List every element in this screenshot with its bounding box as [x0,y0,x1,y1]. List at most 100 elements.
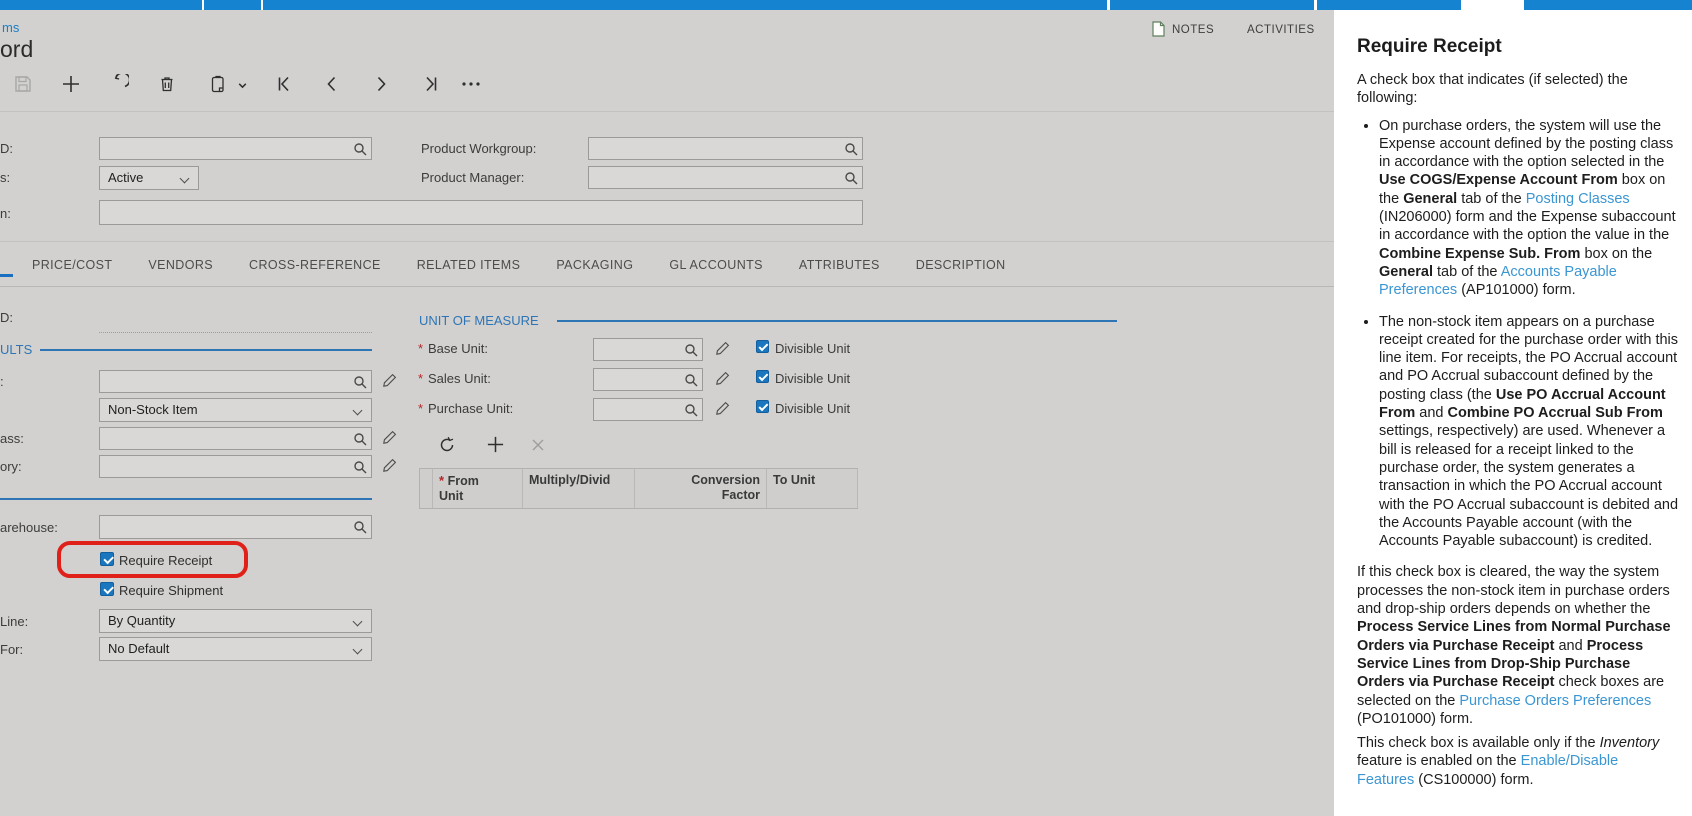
status-select[interactable]: Active [99,166,199,190]
row-selector-column [419,469,433,508]
search-icon[interactable] [844,171,858,185]
refresh-icon[interactable] [438,436,456,459]
field-label: n: [0,206,11,221]
tabstrip-bottom-divider [0,286,1334,287]
copy-paste-dropdown-icon[interactable] [237,80,248,91]
checkbox-label: Require Shipment [119,583,224,598]
product-workgroup-field[interactable] [588,137,863,160]
tabstrip-top-divider [0,241,1334,242]
edit-pencil-icon[interactable] [715,371,730,391]
tab-divider [1314,0,1317,10]
default-warehouse-field[interactable] [99,515,372,539]
product-manager-field[interactable] [588,166,863,189]
divisible-unit-checkbox[interactable] [756,340,769,353]
help-link[interactable]: Posting Classes [1526,191,1630,207]
search-icon[interactable] [353,375,367,389]
undo-icon[interactable] [109,74,129,94]
chevron-down-icon [352,644,363,655]
checkbox-label: Require Receipt [119,553,213,568]
uom-lookup-field[interactable] [593,338,703,361]
edit-pencil-icon[interactable] [382,373,397,393]
help-bullet: The non-stock item appears on a purchase… [1379,313,1679,551]
field-label: D: [0,141,13,156]
section-title: ULTS [0,342,33,357]
uom-field-label: Base Unit: [428,341,488,356]
complete-po-line-select[interactable]: By Quantity [99,609,372,633]
uom-field-label: Sales Unit: [428,371,491,386]
active-browser-tab[interactable] [1461,0,1524,10]
grid-column-header[interactable]: Conversion Factor [635,469,767,508]
help-link[interactable]: Purchase Orders Preferences [1459,693,1651,709]
search-icon[interactable] [684,343,698,357]
grid-column-header[interactable]: To Unit [767,469,858,508]
tab-divider [261,0,263,10]
help-paragraph: If this check box is cleared, the way th… [1357,564,1671,727]
search-icon[interactable] [844,142,858,156]
tab-related-items[interactable]: RELATED ITEMS [417,258,521,272]
summary-lookup-field[interactable] [99,137,372,160]
tax-category-lookup[interactable] [99,455,372,478]
tab-price-cost[interactable]: PRICE/COST [32,258,112,272]
search-icon[interactable] [684,373,698,387]
field-label: Product Workgroup: [421,141,537,156]
tab-gl-accounts[interactable]: GL ACCOUNTS [669,258,763,272]
last-record-icon[interactable] [421,74,441,94]
grid-column-header[interactable]: Multiply/Divid [523,469,635,508]
tab-cross-reference[interactable]: CROSS-REFERENCE [249,258,381,272]
divisible-unit-checkbox[interactable] [756,370,769,383]
uom-lookup-field[interactable] [593,368,703,391]
copy-paste-icon[interactable] [208,74,228,94]
tab-vendors[interactable]: VENDORS [148,258,213,272]
toolbar-divider [0,111,1334,112]
notes-button[interactable] [1152,21,1165,42]
edit-pencil-icon[interactable] [715,341,730,361]
tab-description[interactable]: DESCRIPTION [916,258,1006,272]
edit-pencil-icon[interactable] [382,430,397,450]
chevron-down-icon [179,173,190,184]
save-icon[interactable] [13,74,33,94]
help-paragraph: This check box is available only if the … [1357,735,1660,788]
require-shipment-checkbox[interactable] [100,582,114,596]
select-value: By Quantity [108,613,176,628]
empty-value-line [99,332,372,333]
uom-lookup-field[interactable] [593,398,703,421]
next-record-icon[interactable] [371,74,391,94]
tab-packaging[interactable]: PACKAGING [556,258,633,272]
delete-icon[interactable] [157,74,177,94]
add-row-icon[interactable] [486,435,505,459]
field-label: s: [0,170,11,185]
more-actions-icon[interactable] [460,74,480,94]
edit-pencil-icon[interactable] [382,458,397,478]
tab-strip: PRICE/COST VENDORS CROSS-REFERENCE RELATED … [32,258,1006,272]
edit-pencil-icon[interactable] [715,401,730,421]
posting-class-field[interactable] [99,370,372,393]
activities-button[interactable]: ACTIVITIES [1247,24,1315,36]
required-asterisk: * [418,401,424,416]
search-icon[interactable] [353,142,367,156]
item-type-select[interactable]: Non-Stock Item [99,398,372,422]
divisible-unit-checkbox[interactable] [756,400,769,413]
status-value: Active [108,170,144,185]
application-area: ms ord NOTES ACTIVITIES D: s: Active n: … [0,10,1334,816]
divisible-unit-label: Divisible Unit [775,371,851,386]
divisible-unit-label: Divisible Unit [775,401,851,416]
delete-row-icon[interactable] [530,437,546,458]
grid-column-header[interactable]: * From Unit [433,469,523,508]
previous-record-icon[interactable] [322,74,342,94]
posting-class-lookup[interactable] [99,427,372,450]
uom-row: * Base Unit: Divisible Unit [418,338,888,362]
chevron-down-icon [352,616,363,627]
require-receipt-checkbox[interactable] [100,552,114,566]
search-icon[interactable] [353,520,367,534]
description-input[interactable] [99,200,863,225]
field-label: D: [0,310,13,325]
search-icon[interactable] [353,432,367,446]
search-icon[interactable] [353,460,367,474]
add-record-icon[interactable] [61,74,81,94]
notes-label[interactable]: NOTES [1172,24,1214,36]
default-for-select[interactable]: No Default [99,637,372,661]
search-icon[interactable] [684,403,698,417]
first-record-icon[interactable] [274,74,294,94]
breadcrumb-link[interactable]: ms [2,20,19,35]
tab-attributes[interactable]: ATTRIBUTES [799,258,880,272]
